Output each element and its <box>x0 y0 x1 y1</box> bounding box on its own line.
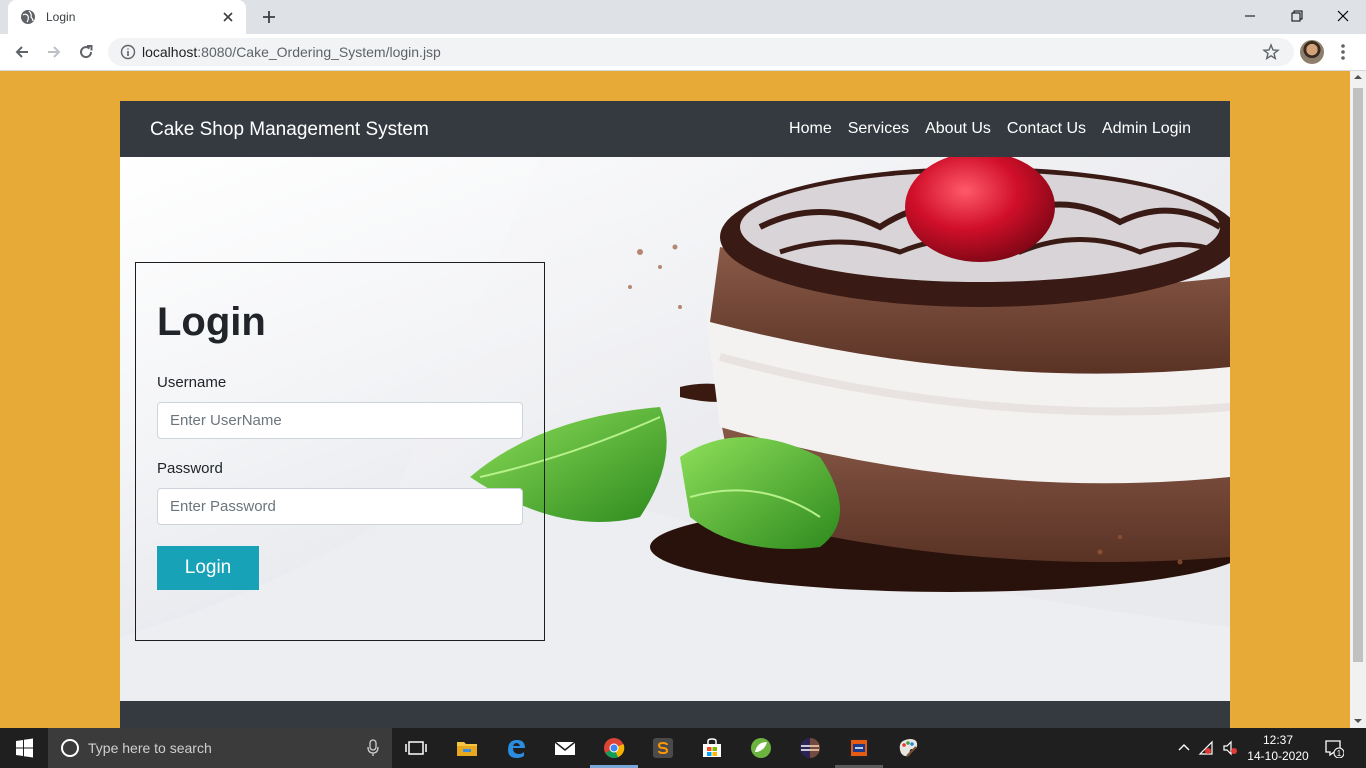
password-input[interactable] <box>157 488 523 525</box>
sublime-text-icon[interactable] <box>651 736 675 760</box>
forward-arrow-icon[interactable] <box>44 42 64 62</box>
scroll-up-arrow-icon[interactable] <box>1354 73 1362 81</box>
profile-avatar[interactable] <box>1300 40 1324 64</box>
site-container: Cake Shop Management System Home Service… <box>120 101 1230 728</box>
task-view-icon[interactable] <box>404 736 428 760</box>
eclipse-icon[interactable] <box>798 736 822 760</box>
nav-admin-login[interactable]: Admin Login <box>1102 120 1191 138</box>
network-icon[interactable] <box>1198 740 1214 756</box>
scroll-thumb[interactable] <box>1353 88 1363 662</box>
store-icon[interactable] <box>700 736 724 760</box>
reload-icon[interactable] <box>76 42 96 62</box>
page-viewport: Cake Shop Management System Home Service… <box>0 71 1350 728</box>
taskbar-search[interactable]: Type here to search <box>48 728 392 768</box>
back-arrow-icon[interactable] <box>12 42 32 62</box>
chrome-icon[interactable] <box>602 736 626 760</box>
page-scrollbar[interactable] <box>1350 71 1366 728</box>
password-label: Password <box>157 460 223 477</box>
clock-date: 14-10-2020 <box>1247 749 1309 763</box>
url-host: localhost <box>142 44 198 60</box>
restore-icon[interactable] <box>1287 6 1307 26</box>
browser-menu-icon[interactable] <box>1336 42 1350 62</box>
notification-center-icon[interactable]: 1 <box>1324 738 1344 758</box>
windows-start-icon[interactable] <box>0 728 48 768</box>
edge-browser-icon[interactable] <box>504 736 528 760</box>
globe-icon <box>21 10 35 24</box>
tab-title: Login <box>46 10 76 24</box>
spring-tool-icon[interactable] <box>749 736 773 760</box>
file-explorer-icon[interactable] <box>455 736 479 760</box>
close-window-icon[interactable] <box>1333 6 1353 26</box>
username-label: Username <box>157 374 227 391</box>
microphone-icon[interactable] <box>366 739 380 757</box>
bookmark-star-icon[interactable] <box>1262 43 1280 61</box>
site-brand[interactable]: Cake Shop Management System <box>150 119 429 141</box>
nav-contact-us[interactable]: Contact Us <box>1007 120 1086 138</box>
close-tab-icon[interactable] <box>220 9 236 25</box>
site-footer <box>120 701 1230 728</box>
cortana-icon <box>61 739 79 757</box>
scroll-down-arrow-icon[interactable] <box>1354 717 1362 725</box>
nav-services[interactable]: Services <box>848 120 909 138</box>
address-bar[interactable]: localhost:8080/Cake_Ordering_System/logi… <box>108 38 1294 66</box>
show-hidden-icons-chevron-icon[interactable] <box>1176 740 1192 756</box>
notification-count: 1 <box>1337 749 1342 758</box>
browser-tab[interactable]: Login <box>8 0 246 34</box>
info-icon[interactable] <box>120 44 136 60</box>
mail-icon[interactable] <box>553 736 577 760</box>
ide-app-icon[interactable] <box>847 736 871 760</box>
nav-links: Home Services About Us Contact Us Admin … <box>789 120 1191 138</box>
url-path: :8080/Cake_Ordering_System/login.jsp <box>197 44 441 60</box>
system-clock[interactable]: 12:37 14-10-2020 <box>1246 732 1310 764</box>
search-placeholder: Type here to search <box>88 740 212 756</box>
paint-icon[interactable] <box>896 736 920 760</box>
login-form: Login Username Password Login <box>135 262 545 641</box>
browser-tabbar: Login <box>0 0 1366 34</box>
minimize-icon[interactable] <box>1240 6 1260 26</box>
login-button[interactable]: Login <box>157 546 259 590</box>
url-text: localhost:8080/Cake_Ordering_System/logi… <box>142 44 441 60</box>
clock-time: 12:37 <box>1262 733 1294 747</box>
volume-muted-icon[interactable] <box>1222 740 1238 756</box>
windows-taskbar: Type here to search 12:37 14-10-2020 1 <box>0 728 1366 768</box>
nav-about-us[interactable]: About Us <box>925 120 991 138</box>
username-input[interactable] <box>157 402 523 439</box>
new-tab-icon[interactable] <box>260 8 278 26</box>
login-heading: Login <box>157 300 266 344</box>
browser-toolbar: localhost:8080/Cake_Ordering_System/logi… <box>0 34 1366 71</box>
hero-cake-image: Login Username Password Login <box>120 157 1230 701</box>
site-navbar: Cake Shop Management System Home Service… <box>120 101 1230 157</box>
nav-home[interactable]: Home <box>789 120 832 138</box>
